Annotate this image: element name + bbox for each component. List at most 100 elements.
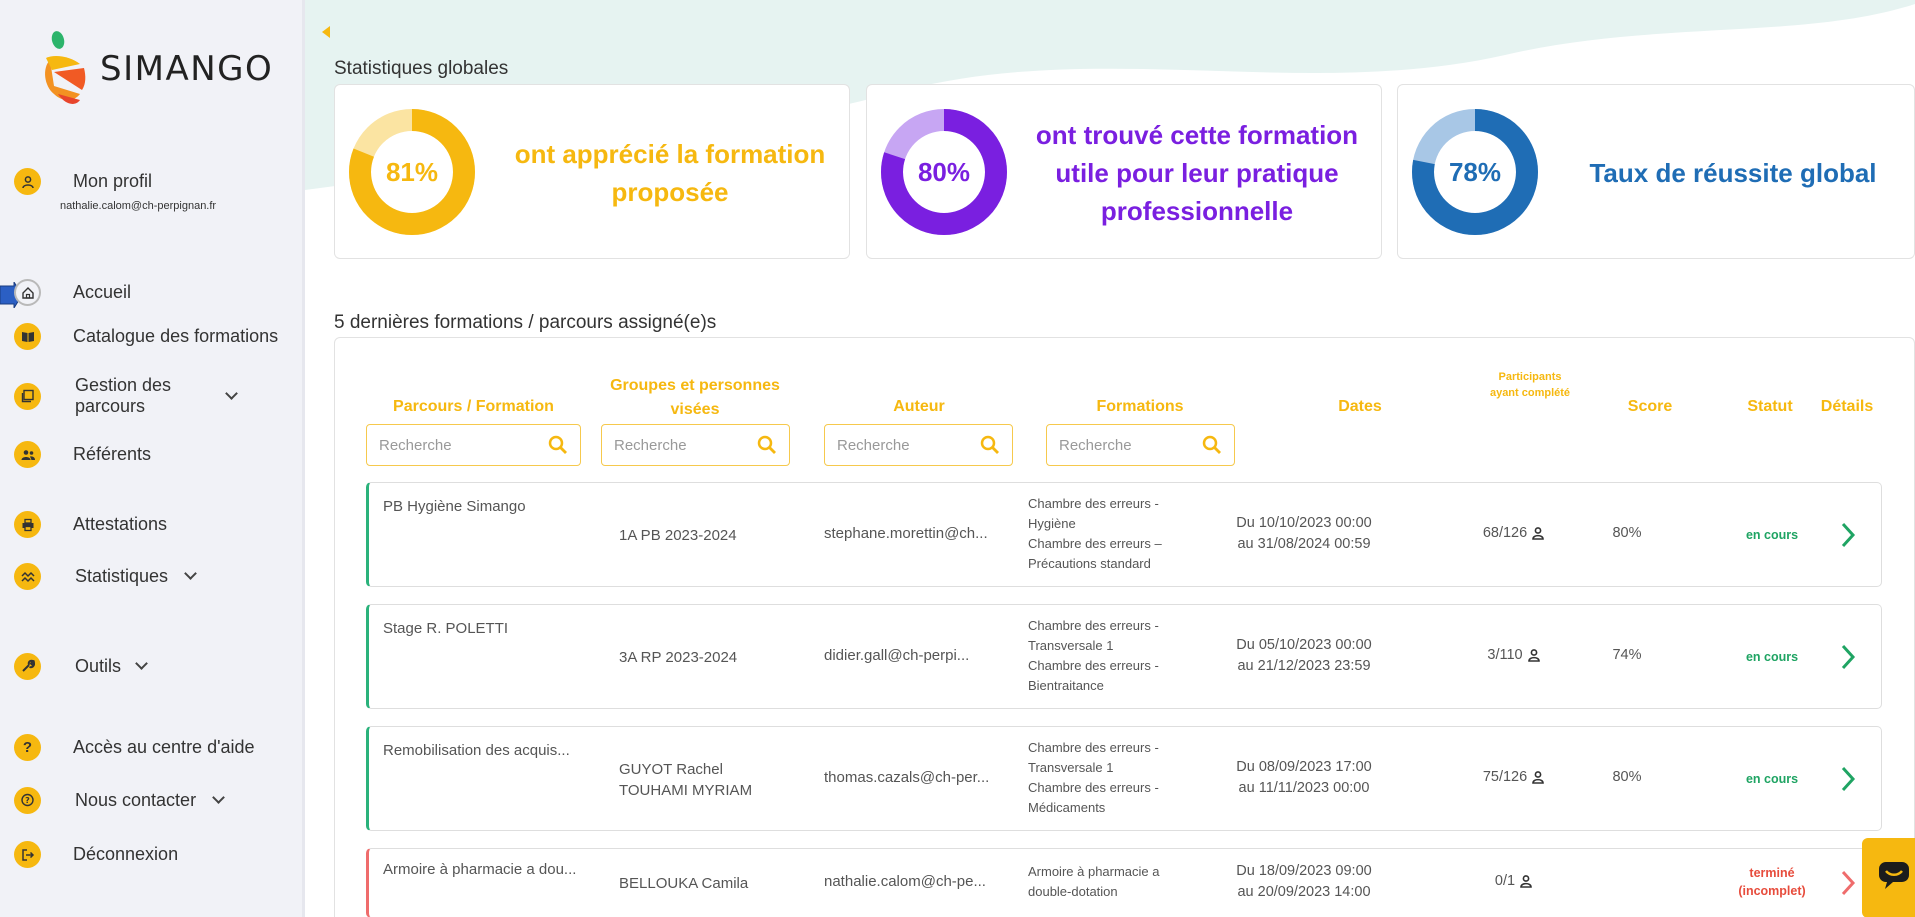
chevron-right-icon[interactable] — [1834, 521, 1862, 549]
formation-line: Précautions standard — [1028, 556, 1151, 571]
participants-count: 0/1 — [1494, 873, 1516, 889]
search-icon[interactable] — [1202, 435, 1222, 455]
sidebar-item-statistiques[interactable]: Statistiques — [14, 563, 197, 590]
sidebar-item-label: Gestion des parcours — [75, 375, 172, 416]
sidebar-item-logout[interactable]: Déconnexion — [14, 841, 178, 868]
chevron-right-icon[interactable] — [1834, 869, 1862, 897]
table-row[interactable]: Stage R. POLETTI 3A RP 2023-2024 didier.… — [366, 604, 1882, 709]
sidebar-item-contact[interactable]: ? Nous contacter — [14, 787, 225, 814]
chevron-down-icon — [212, 791, 225, 804]
sidebar-item-attestations[interactable]: Attestations — [14, 511, 167, 538]
person-icon — [1520, 875, 1532, 888]
row-dates: Du 10/10/2023 00:00 au 31/08/2024 00:59 — [1204, 513, 1404, 555]
formation-line: Chambre des erreurs - — [1028, 496, 1159, 511]
sidebar-item-label: Accès au centre d'aide — [73, 737, 255, 757]
person-icon — [1532, 527, 1544, 540]
table-row[interactable]: PB Hygiène Simango 1A PB 2023-2024 steph… — [366, 482, 1882, 587]
search-icon[interactable] — [548, 435, 568, 455]
column-header-dates: Dates — [1338, 398, 1382, 415]
stat-card-utility: 80% ont trouvé cette formation utile pou… — [866, 84, 1382, 259]
chevron-right-icon[interactable] — [1834, 765, 1862, 793]
status-badge: en cours — [1745, 650, 1799, 664]
sidebar-item-label: Accueil — [73, 282, 132, 302]
formation-line: Armoire à pharmacie a — [1028, 864, 1160, 879]
status-line: (incomplet) — [1738, 884, 1806, 898]
participants-count: 68/126 — [1482, 525, 1528, 541]
sidebar-item-profile[interactable]: Mon profil — [14, 168, 152, 195]
sidebar-item-parcours[interactable]: Gestion des parcours — [14, 375, 238, 417]
stat-description: Taux de réussite global — [1589, 157, 1877, 188]
row-formations: Armoire à pharmacie a double-dotation — [1028, 862, 1160, 902]
row-dates: Du 18/09/2023 09:00 au 20/09/2023 14:00 — [1204, 861, 1404, 903]
sidebar-item-catalogue[interactable]: Catalogue des formations — [14, 323, 278, 350]
status-badge: terminé (incomplet) — [1737, 864, 1807, 900]
search-input[interactable] — [379, 436, 529, 454]
chevron-right-icon[interactable] — [1834, 643, 1862, 671]
row-score: 80% — [1612, 525, 1642, 541]
column-header-score: Score — [1627, 398, 1673, 415]
sidebar: SIMANGO Mon profil nathalie.calom@ch-per… — [0, 0, 305, 917]
sidebar-item-outils[interactable]: Outils — [14, 653, 148, 680]
row-dates: Du 05/10/2023 00:00 au 21/12/2023 23:59 — [1204, 635, 1404, 677]
row-score: 80% — [1612, 769, 1642, 785]
group-line: TOUHAMI MYRIAM — [619, 782, 753, 799]
column-header-auteur: Auteur — [893, 398, 945, 415]
printer-icon — [14, 511, 41, 538]
stat-description: ont apprécié la formation proposée — [514, 138, 826, 207]
sidebar-item-referents[interactable]: Référents — [14, 441, 151, 468]
row-formations: Chambre des erreurs - Hygiène Chambre de… — [1028, 494, 1162, 574]
table-row[interactable]: Remobilisation des acquis... GUYOT Rache… — [366, 726, 1882, 831]
search-icon[interactable] — [980, 435, 1000, 455]
chat-icon — [1879, 862, 1909, 889]
formation-line: Chambre des erreurs – — [1028, 536, 1162, 551]
search-input[interactable] — [614, 436, 744, 454]
date-start: Du 18/09/2023 09:00 — [1236, 863, 1372, 879]
stat-card-appreciation: 81% ont apprécié la formation proposée — [334, 84, 850, 259]
formation-line: Chambre des erreurs - — [1028, 780, 1159, 795]
stat-description: ont trouvé cette formation utile pour le… — [1035, 119, 1359, 226]
stats-title: Statistiques globales — [334, 58, 509, 79]
search-groupes[interactable] — [601, 424, 790, 466]
date-end: au 11/11/2023 00:00 — [1238, 780, 1370, 796]
sidebar-item-label: Nous contacter — [75, 790, 197, 810]
date-end: au 21/12/2023 23:59 — [1237, 658, 1371, 674]
search-input[interactable] — [1059, 436, 1189, 454]
formation-line: Hygiène — [1028, 516, 1076, 531]
row-participants: 75/126 — [1459, 769, 1569, 785]
logout-icon — [14, 841, 41, 868]
row-name: Stage R. POLETTI — [383, 620, 509, 637]
sidebar-item-label: Référents — [73, 444, 152, 464]
row-author: nathalie.calom@ch-pe... — [824, 873, 986, 890]
profile-email: nathalie.calom@ch-perpignan.fr — [60, 200, 217, 212]
chevron-down-icon — [225, 386, 238, 400]
formation-line: Chambre des erreurs - — [1028, 740, 1159, 755]
sidebar-item-label: Catalogue des formations — [73, 326, 279, 346]
stat-value: 78% — [1448, 156, 1502, 187]
sidebar-item-aide[interactable]: ? Accès au centre d'aide — [14, 734, 255, 761]
brand-name: SIMANGO — [100, 49, 274, 89]
row-group: GUYOT Rachel TOUHAMI MYRIAM — [619, 759, 752, 801]
sidebar-item-home[interactable]: Accueil — [14, 279, 131, 306]
search-formations[interactable] — [1046, 424, 1235, 466]
stat-value: 80% — [917, 156, 971, 187]
row-group: 1A PB 2023-2024 — [619, 527, 737, 544]
chat-question-icon: ? — [14, 787, 41, 814]
chevron-down-icon — [184, 567, 197, 580]
chat-widget-button[interactable] — [1862, 838, 1915, 917]
search-auteur[interactable] — [824, 424, 1013, 466]
wrench-icon — [14, 653, 41, 680]
search-parcours[interactable] — [366, 424, 581, 466]
brand-logo[interactable]: SIMANGO — [40, 28, 273, 110]
column-header-statut: Statut — [1747, 398, 1793, 415]
search-icon[interactable] — [757, 435, 777, 455]
formation-line: Bientraitance — [1028, 678, 1104, 693]
collapse-sidebar-icon[interactable] — [322, 26, 330, 38]
table-row[interactable]: Armoire à pharmacie a dou... BELLOUKA Ca… — [366, 848, 1882, 917]
user-icon — [14, 168, 41, 195]
search-input[interactable] — [837, 436, 967, 454]
row-group: 3A RP 2023-2024 — [619, 649, 738, 666]
date-end: au 20/09/2023 14:00 — [1237, 884, 1371, 900]
sidebar-item-label: Déconnexion — [73, 844, 179, 864]
row-formations: Chambre des erreurs - Transversale 1 Cha… — [1028, 616, 1159, 696]
formation-line: double-dotation — [1028, 884, 1118, 899]
